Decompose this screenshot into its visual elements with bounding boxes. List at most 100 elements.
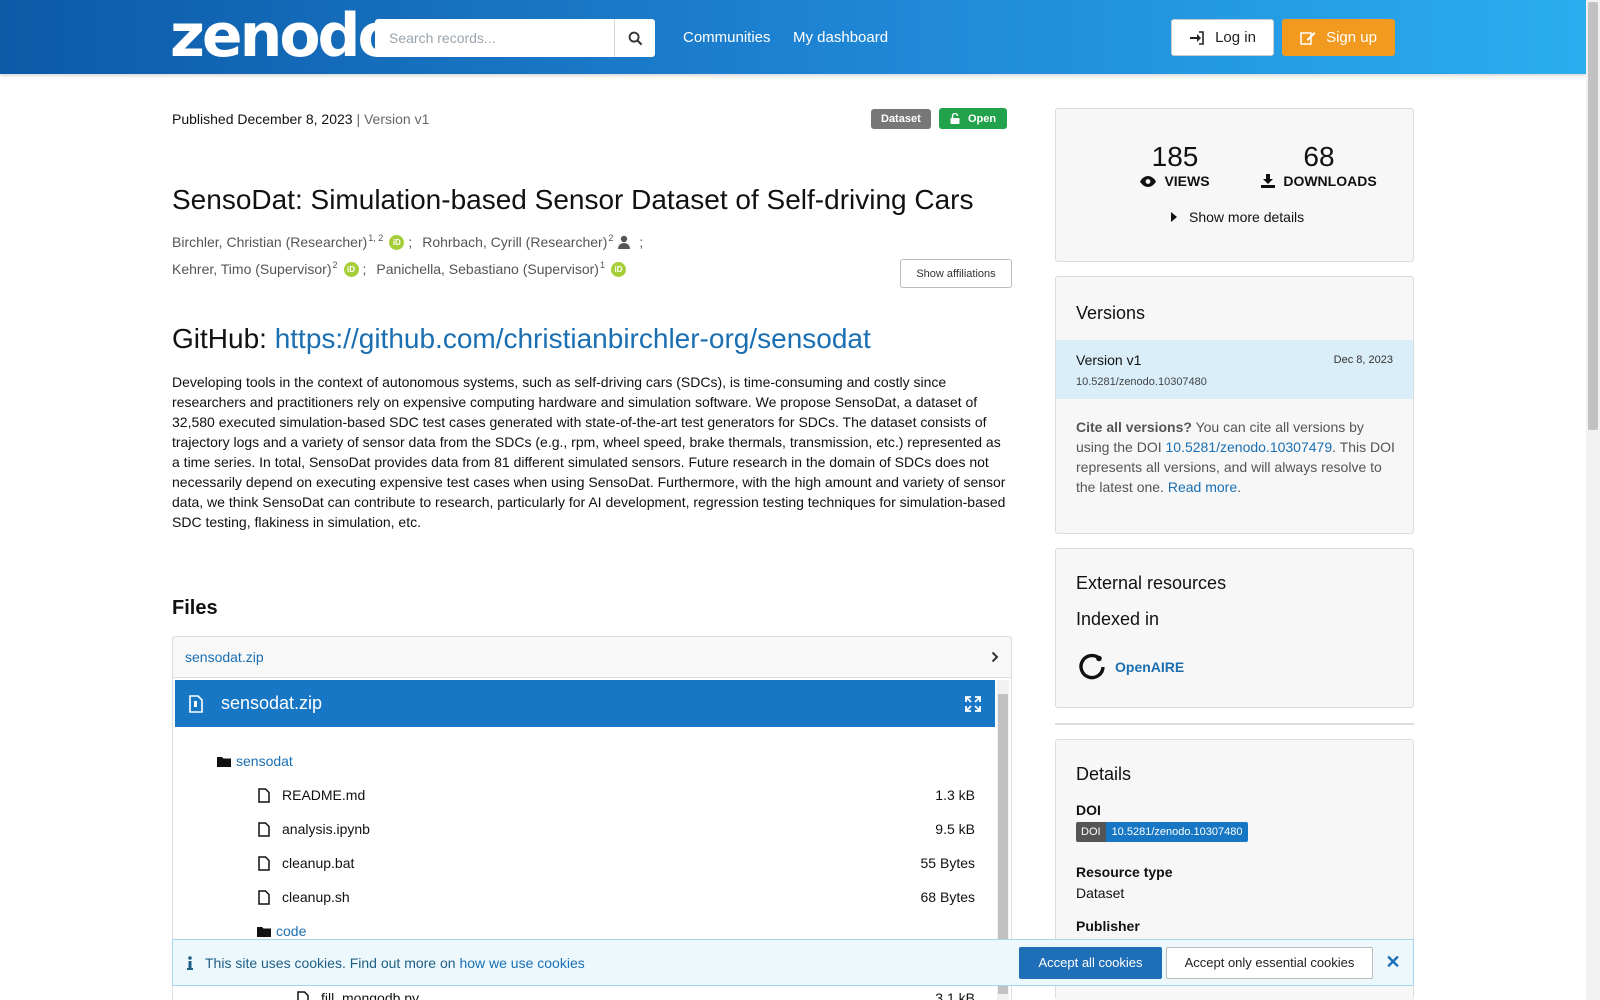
version-item-date: Dec 8, 2023 (1333, 354, 1393, 366)
creator-name[interactable]: Panichella, Sebastiano (Supervisor) (376, 261, 599, 277)
orcid-icon[interactable]: iD (389, 234, 405, 250)
doi-badge[interactable]: DOI 10.5281/zenodo.10307480 (1076, 822, 1249, 842)
chevron-right-icon (991, 651, 999, 663)
tree-file[interactable]: README.md (258, 787, 365, 803)
file-accordion-link[interactable]: sensodat.zip (185, 649, 264, 665)
login-button[interactable]: Log in (1171, 19, 1274, 56)
github-heading: GitHub: https://github.com/christianbirc… (172, 323, 871, 354)
site-header: zenodo Communities My dashboard Log in S… (0, 0, 1586, 74)
creator-name[interactable]: Birchler, Christian (Researcher) (172, 234, 367, 250)
access-label: Open (967, 112, 997, 125)
orcid-icon[interactable]: iD (343, 261, 359, 277)
login-label: Log in (1215, 29, 1256, 46)
downloads-stat: 68 DOWNLOADS (1254, 141, 1384, 189)
expand-icon[interactable] (965, 695, 981, 712)
read-more-link[interactable]: Read more (1168, 479, 1237, 495)
resource-type-label: Resource type (1076, 864, 1173, 880)
file-size: 68 Bytes (920, 889, 975, 905)
record-description: Developing tools in the context of auton… (172, 374, 1006, 530)
accept-essential-cookies-button[interactable]: Accept only essential cookies (1166, 946, 1373, 979)
file-accordion[interactable]: sensodat.zip (172, 636, 1012, 678)
cookie-policy-link[interactable]: how we use cookies (459, 955, 584, 971)
file-icon (297, 990, 309, 1000)
signup-button[interactable]: Sign up (1282, 19, 1395, 56)
file-icon (258, 821, 270, 837)
file-archive-icon (189, 694, 203, 713)
file-size: 9.5 kB (935, 821, 975, 837)
sign-in-icon (1190, 30, 1204, 45)
downloads-label: DOWNLOADS (1283, 173, 1377, 189)
nav-my-dashboard[interactable]: My dashboard (793, 29, 888, 46)
tree-folder-code[interactable]: code (257, 923, 306, 939)
search-icon (628, 31, 642, 45)
cookie-message: This site uses cookies. Find out more on… (187, 955, 1019, 971)
files-heading: Files (172, 597, 218, 619)
preview-header: sensodat.zip (175, 680, 995, 727)
affiliation-sup: 2 (608, 233, 614, 243)
edit-icon (1300, 32, 1316, 45)
creator-name[interactable]: Kehrer, Timo (Supervisor) (172, 261, 332, 277)
resource-type-value: Dataset (1076, 885, 1125, 901)
publisher-label: Publisher (1076, 918, 1140, 934)
tree-folder-sensodat[interactable]: sensodat (217, 753, 293, 769)
stats-card: 185 VIEWS 68 DOWNLOADS Show more details (1055, 108, 1414, 262)
search-button[interactable] (614, 19, 655, 57)
file-icon (258, 855, 270, 871)
tree-file[interactable]: cleanup.bat (258, 855, 354, 871)
file-size: 1.3 kB (935, 787, 975, 803)
file-size: 3.1 kB (935, 990, 975, 1000)
cookie-banner: This site uses cookies. Find out more on… (172, 939, 1414, 986)
folder-icon (257, 926, 271, 937)
tree-file[interactable]: cleanup.sh (258, 889, 350, 905)
views-label: VIEWS (1164, 173, 1210, 189)
doi-label: DOI (1076, 802, 1101, 818)
accept-all-cookies-button[interactable]: Accept all cookies (1019, 946, 1162, 979)
external-resources-card: External resources Indexed in OpenAIRE (1055, 548, 1414, 708)
details-title: Details (1076, 764, 1132, 784)
external-resources-title: External resources (1076, 573, 1227, 593)
version-item-doi: 10.5281/zenodo.10307480 (1076, 376, 1207, 388)
affiliation-sup: 2 (332, 260, 338, 270)
file-icon (258, 889, 270, 905)
page-scrollbar[interactable] (1586, 0, 1600, 1000)
creator-name[interactable]: Rohrbach, Cyrill (Researcher) (422, 234, 607, 250)
folder-icon (217, 756, 231, 767)
user-icon (618, 235, 631, 249)
concept-doi-link[interactable]: 10.5281/zenodo.10307479 (1166, 439, 1333, 455)
published-date: Published December 8, 2023 (172, 111, 353, 127)
show-more-details[interactable]: Show more details (1171, 209, 1304, 225)
eye-icon (1140, 175, 1157, 187)
openaire-logo-icon (1079, 653, 1105, 680)
version-item-label[interactable]: Version v1 (1076, 352, 1141, 368)
file-icon (258, 787, 270, 803)
affiliation-sup: 1, 2 (368, 233, 384, 243)
sidebar-divider (1055, 723, 1414, 725)
views-count: 185 (1151, 141, 1199, 172)
search-bar (375, 19, 655, 57)
caret-right-icon (1171, 212, 1177, 222)
record-title: SensoDat: Simulation-based Sensor Datase… (172, 184, 974, 215)
affiliation-sup: 1 (599, 260, 605, 270)
search-input[interactable] (375, 19, 614, 57)
orcid-icon[interactable]: iD (611, 261, 626, 277)
close-icon[interactable]: ✕ (1373, 952, 1413, 973)
nav-communities[interactable]: Communities (683, 29, 771, 46)
views-stat: 185 VIEWS (1120, 141, 1230, 189)
tree-file[interactable]: analysis.ipynb (258, 821, 370, 837)
resource-type-badge: Dataset (871, 109, 931, 129)
creators-line-2: Kehrer, Timo (Supervisor) 2 iD; Panichell… (172, 260, 626, 277)
versions-title: Versions (1076, 303, 1146, 323)
access-badge: Open (939, 108, 1007, 129)
preview-filename: sensodat.zip (221, 693, 323, 713)
file-size: 55 Bytes (920, 855, 975, 871)
downloads-count: 68 (1303, 141, 1335, 172)
info-icon (187, 955, 193, 970)
github-link[interactable]: https://github.com/christianbirchler-org… (275, 323, 871, 354)
publication-info: Published December 8, 2023 | Version v1 (172, 111, 429, 127)
download-icon (1261, 174, 1276, 188)
zenodo-logo[interactable]: zenodo (170, 6, 399, 66)
version-item[interactable]: Version v1 Dec 8, 2023 10.5281/zenodo.10… (1056, 340, 1413, 399)
tree-file[interactable]: fill_mongodb.py (297, 990, 419, 1000)
show-affiliations-button[interactable]: Show affiliations (900, 259, 1012, 288)
openaire-link[interactable]: OpenAIRE (1115, 659, 1184, 675)
